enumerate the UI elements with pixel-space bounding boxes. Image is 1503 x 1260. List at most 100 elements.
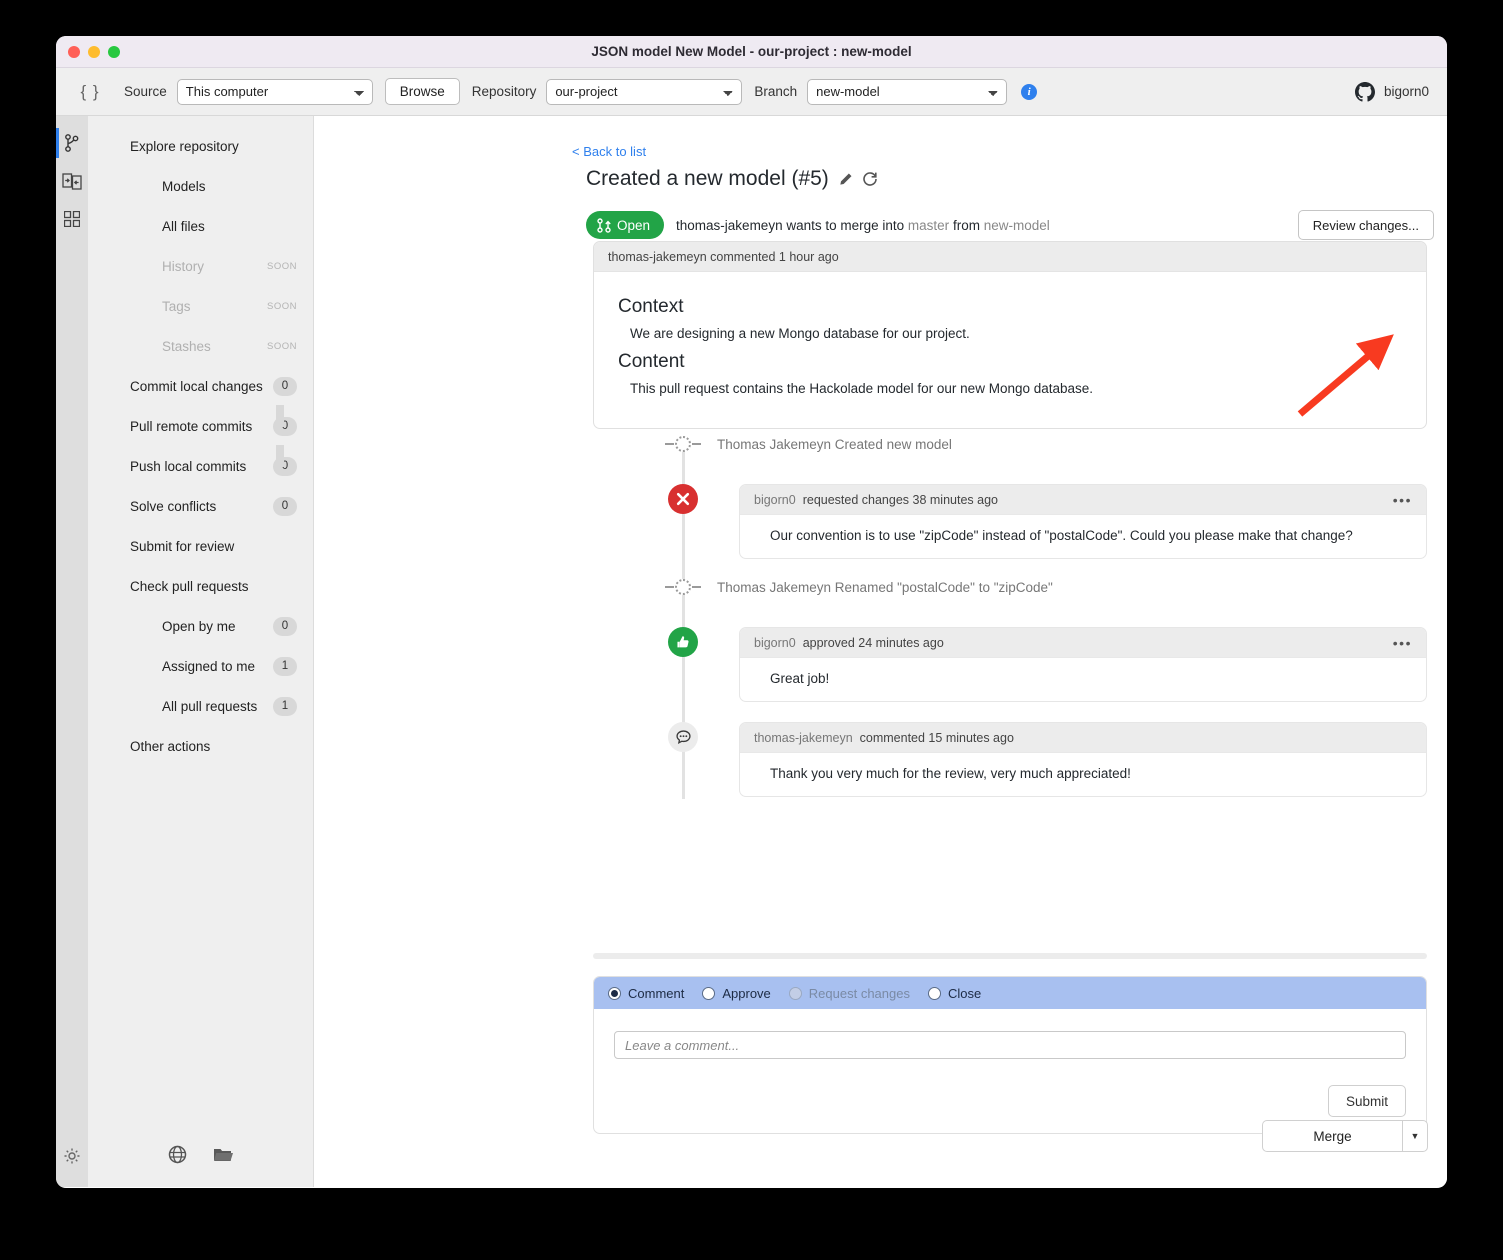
sidebar-item-submit-for-review[interactable]: Submit for review [88,526,313,566]
icon-rail [56,116,88,1187]
soon-tag: SOON [267,261,297,272]
timeline-event-card: bigorn0approved 24 minutes ago•••Great j… [739,627,1427,702]
rail-item-settings[interactable] [56,1137,88,1175]
timeline-event-user: bigorn0 [754,636,796,650]
rail-item-git-branch[interactable] [56,124,88,162]
refresh-icon[interactable] [862,171,878,187]
sidebar-item-badge: 1 [273,657,297,676]
edit-pencil-icon[interactable] [838,172,853,187]
soon-tag: SOON [267,341,297,352]
sidebar-item-label: Tags [162,299,267,314]
timeline-event-menu-button[interactable]: ••• [1393,639,1412,647]
sidebar-item-check-pull-requests[interactable]: Check pull requests [88,566,313,606]
timeline-event-action: requested changes 38 minutes ago [803,493,998,507]
radio-option-approve[interactable]: Approve [702,986,770,1001]
rail-item-grid[interactable] [56,200,88,238]
timeline-marker [663,484,703,514]
sidebar-item-models[interactable]: Models [88,166,313,206]
folder-icon[interactable] [213,1146,234,1169]
sidebar-item-label: Solve conflicts [130,499,273,514]
timeline-marker [663,722,703,752]
sidebar-item-stashes: StashesSOON [88,326,313,366]
timeline-event-row: bigorn0requested changes 38 minutes ago•… [593,484,1427,559]
sidebar-item-history: HistorySOON [88,246,313,286]
badge-connector [276,445,284,467]
source-select[interactable]: This computer [177,79,373,105]
merge-source: new-model [984,218,1050,233]
sidebar-item-label: Stashes [162,339,267,354]
merge-text-1: wants to merge into [786,218,904,233]
radio-label: Comment [628,986,684,1001]
sidebar-item-label: Submit for review [130,539,297,554]
merge-author: thomas-jakemeyn [676,218,783,233]
sidebar-item-label: Models [162,179,297,194]
sidebar-item-all-pull-requests[interactable]: All pull requests1 [88,686,313,726]
pr-title-text: Created a new model (#5) [586,167,829,191]
globe-icon[interactable] [168,1145,187,1169]
sidebar-item-assigned-to-me[interactable]: Assigned to me1 [88,646,313,686]
sidebar-item-label: All pull requests [162,699,273,714]
sidebar-item-all-files[interactable]: All files [88,206,313,246]
back-to-list-link[interactable]: < Back to list [572,144,646,159]
sidebar-item-badge: 0 [273,497,297,516]
toolbar: { } Source This computer Browse Reposito… [56,68,1447,116]
sidebar-item-commit-local-changes[interactable]: Commit local changes0 [88,366,313,406]
status-badge-label: Open [617,218,650,233]
timeline-commit-text: Thomas Jakemeyn Created new model [717,436,952,452]
timeline-marker [663,579,703,595]
page-title: Created a new model (#5) [586,167,878,191]
section-separator [593,953,1427,959]
sidebar-item-label: Pull remote commits [130,419,273,434]
sidebar-item-tags: TagsSOON [88,286,313,326]
timeline-event-user: thomas-jakemeyn [754,731,853,745]
sidebar-item-solve-conflicts[interactable]: Solve conflicts0 [88,486,313,526]
compare-icon [62,173,82,190]
body: Explore repositoryModelsAll filesHistory… [56,116,1447,1187]
pr-description-header: thomas-jakemeyn commented 1 hour ago [594,242,1426,272]
timeline-event-body: Great job! [740,658,1426,701]
sidebar-item-label: Commit local changes [130,379,273,394]
timeline-event-row: thomas-jakemeyncommented 15 minutes agoT… [593,722,1427,797]
radio-option-comment[interactable]: Comment [608,986,684,1001]
git-branch-icon [64,134,80,152]
merge-dropdown-caret[interactable]: ▼ [1402,1120,1428,1152]
info-icon[interactable]: i [1021,84,1037,100]
review-changes-button[interactable]: Review changes... [1298,210,1434,240]
request-changes-icon [668,484,698,514]
timeline-event-row: bigorn0approved 24 minutes ago•••Great j… [593,627,1427,702]
timeline-rows: Thomas Jakemeyn Created new model bigorn… [593,436,1427,797]
radio-option-close[interactable]: Close [928,986,981,1001]
timeline: Thomas Jakemeyn Created new model bigorn… [593,436,1427,817]
json-braces-icon: { } [68,82,112,102]
sidebar-item-explore-repository[interactable]: Explore repository [88,126,313,166]
pull-request-icon [597,218,611,233]
merge-target: master [908,218,949,233]
timeline-event-body: Thank you very much for the review, very… [740,753,1426,796]
timeline-event-menu-button[interactable]: ••• [1393,496,1412,504]
status-badge: Open [586,211,664,239]
sidebar-item-label: History [162,259,267,274]
github-user-area[interactable]: bigorn0 [1355,82,1429,102]
sidebar-item-open-by-me[interactable]: Open by me0 [88,606,313,646]
gear-icon [63,1147,81,1165]
sidebar-item-other-actions[interactable]: Other actions [88,726,313,766]
branch-select[interactable]: new-model [807,79,1007,105]
radio-indicator [928,987,941,1000]
section-text-context: We are designing a new Mongo database fo… [630,326,1402,341]
main-content: < Back to list Created a new model (#5) [314,116,1447,1187]
submit-button[interactable]: Submit [1328,1085,1406,1117]
browse-button[interactable]: Browse [385,78,460,105]
merge-button[interactable]: Merge [1262,1120,1402,1152]
comment-input[interactable] [614,1031,1406,1059]
radio-label: Close [948,986,981,1001]
comment-form: CommentApproveRequest changesClose Submi… [593,976,1427,1134]
merge-description: thomas-jakemeyn wants to merge into mast… [676,218,1050,233]
comment-form-body: Submit [594,1009,1426,1133]
sidebar-item-label: Other actions [130,739,297,754]
rail-item-compare[interactable] [56,162,88,200]
repository-select[interactable]: our-project [546,79,742,105]
pr-description-card: thomas-jakemeyn commented 1 hour ago Con… [593,241,1427,429]
sidebar-item-label: Open by me [162,619,273,634]
commit-dot-icon [675,436,691,452]
sidebar-item-label: Assigned to me [162,659,273,674]
